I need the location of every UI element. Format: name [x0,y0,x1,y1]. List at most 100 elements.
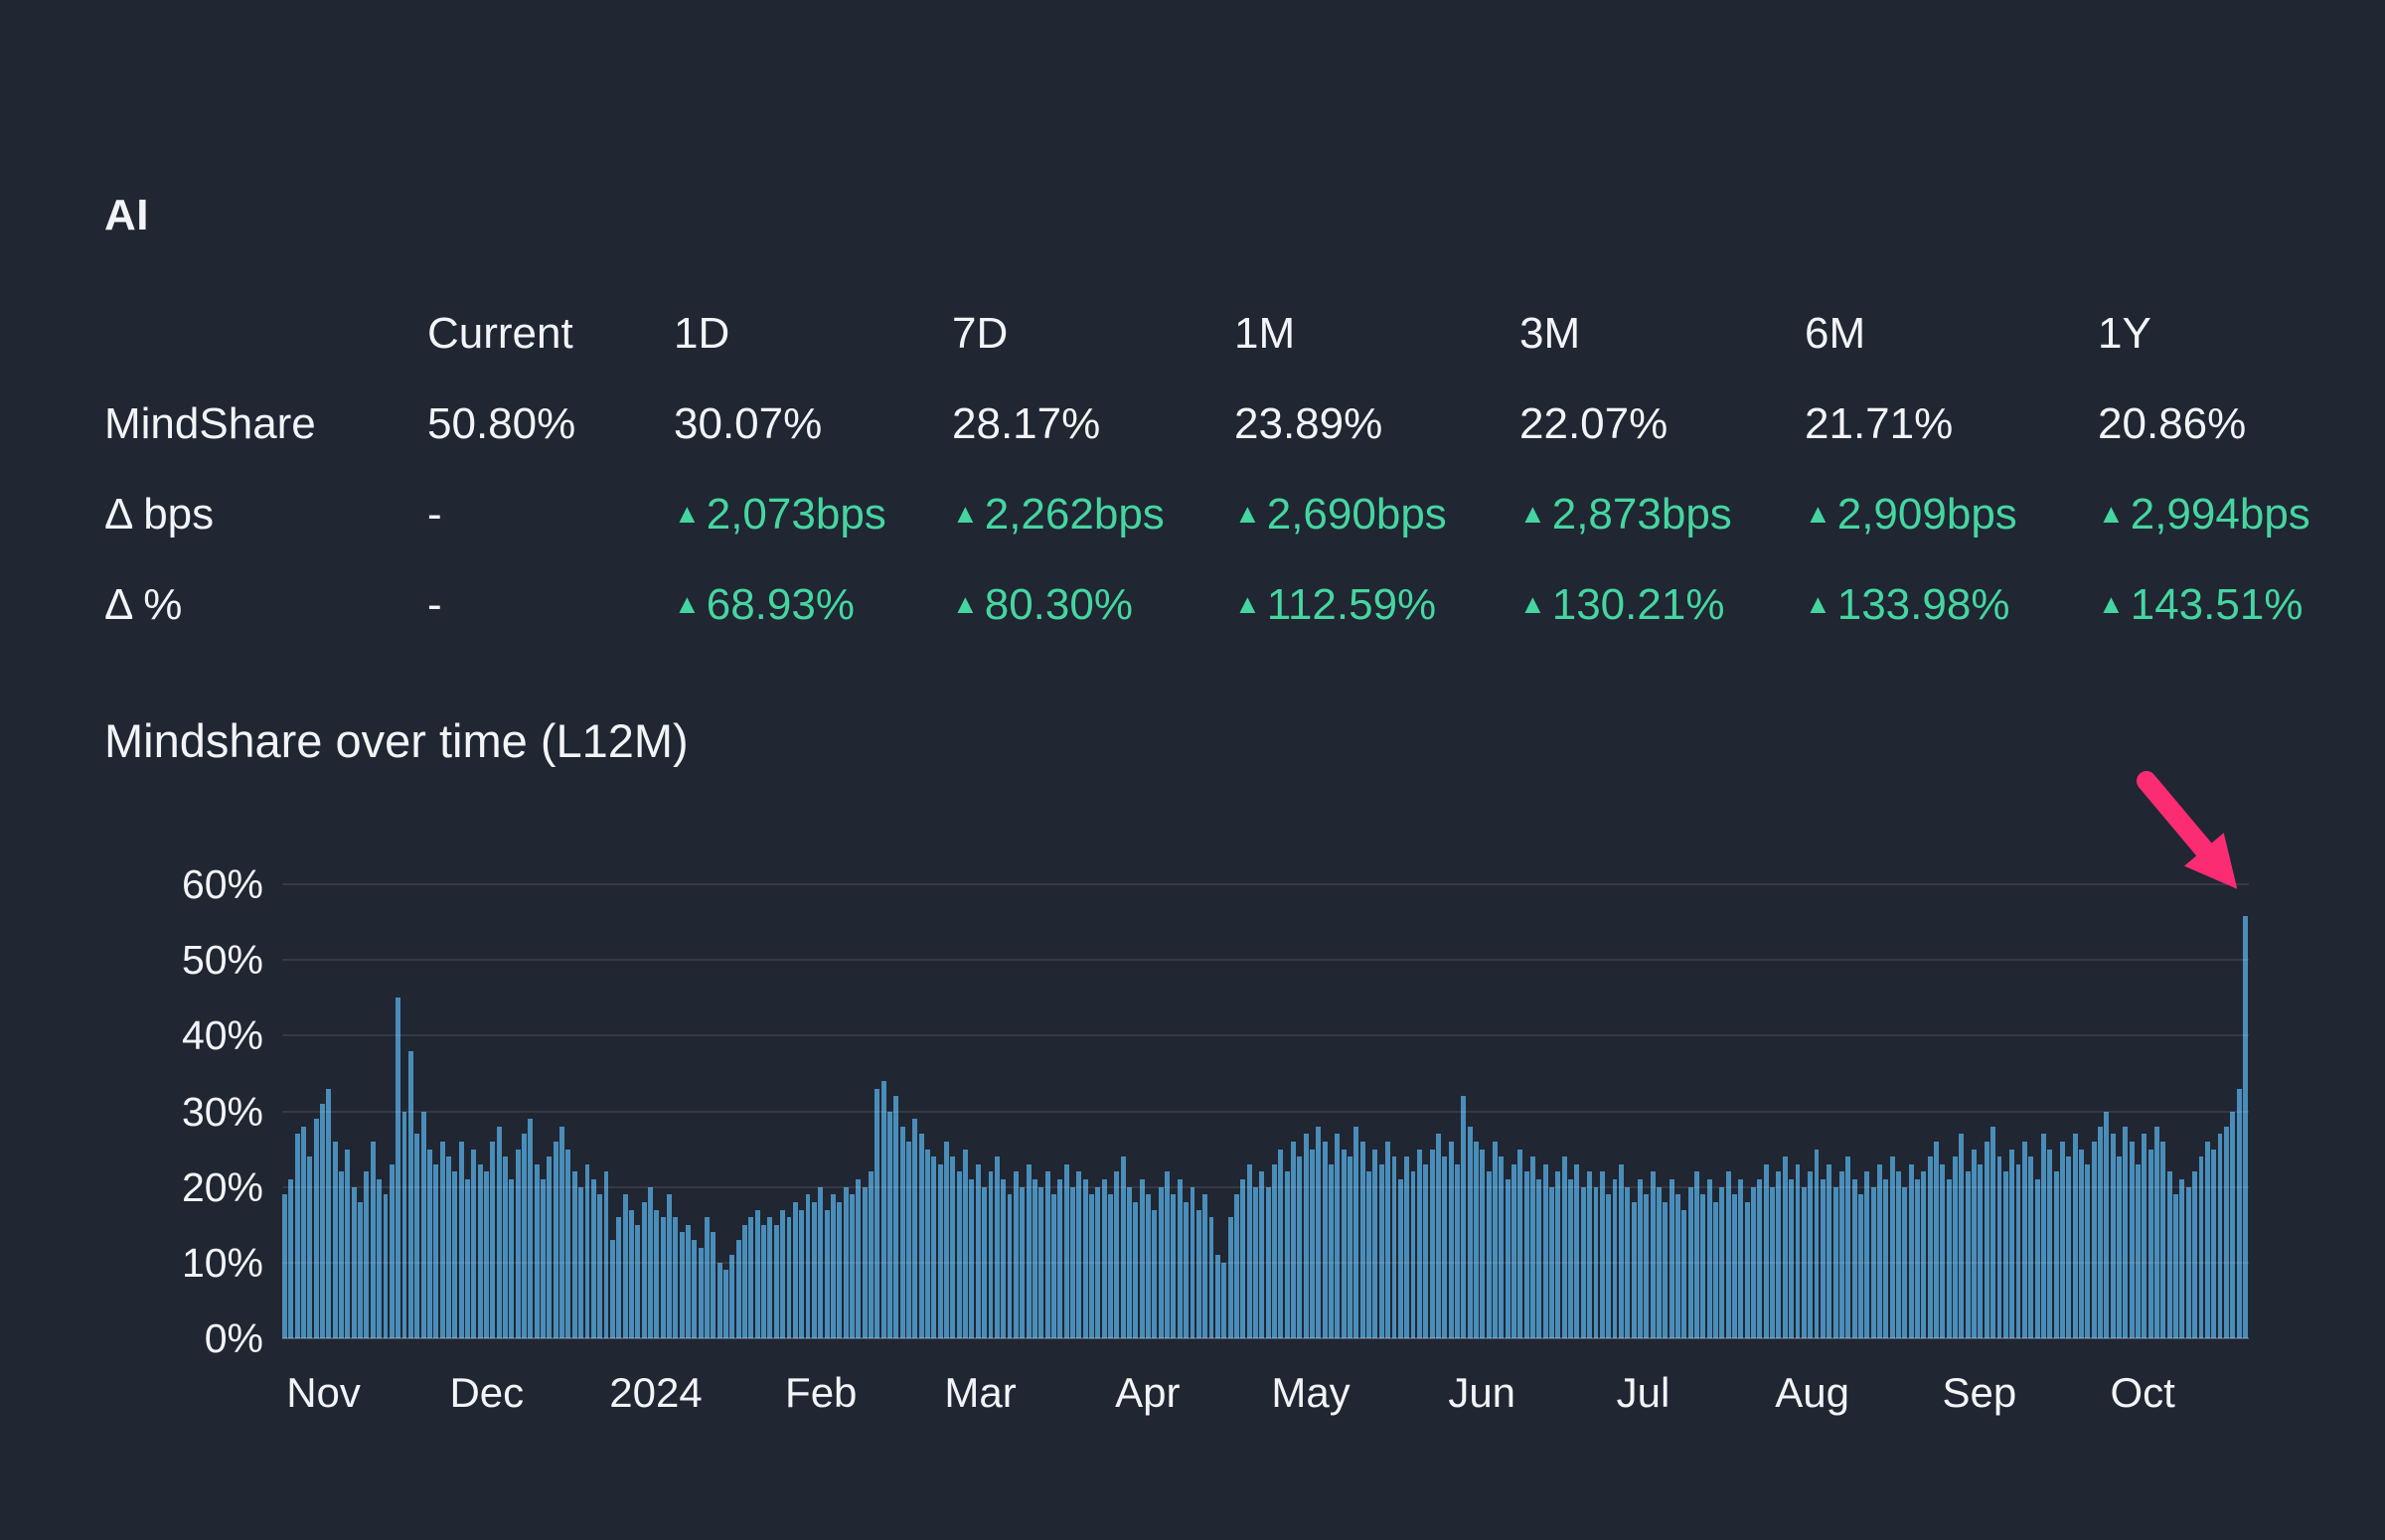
mindshare-bar[interactable] [2242,916,2248,1338]
mindshare-bar[interactable] [893,1096,899,1338]
mindshare-bar[interactable] [2154,1126,2160,1338]
mindshare-bar[interactable] [1808,1171,1814,1338]
mindshare-bar[interactable] [786,1217,792,1338]
mindshare-bar[interactable] [1814,1149,1820,1338]
mindshare-bar[interactable] [509,1179,515,1338]
mindshare-bar[interactable] [641,1201,647,1338]
mindshare-bar[interactable] [471,1149,477,1338]
mindshare-bar[interactable] [1650,1171,1656,1338]
mindshare-bar[interactable] [754,1209,760,1338]
mindshare-bar[interactable] [1165,1171,1171,1338]
mindshare-bar[interactable] [1996,1156,2002,1338]
mindshare-bar[interactable] [313,1119,319,1338]
mindshare-bar[interactable] [1214,1255,1220,1338]
mindshare-bar[interactable] [1202,1194,1208,1338]
mindshare-bar[interactable] [2072,1134,2078,1338]
mindshare-bar[interactable] [496,1126,502,1338]
mindshare-bar[interactable] [1984,1141,1989,1338]
mindshare-bar[interactable] [1889,1156,1895,1338]
mindshare-bar[interactable] [811,1201,817,1338]
mindshare-bar[interactable] [1587,1171,1593,1338]
mindshare-bar[interactable] [1599,1171,1605,1338]
mindshare-bar[interactable] [1348,1156,1353,1338]
mindshare-bar[interactable] [1505,1179,1510,1338]
mindshare-bar[interactable] [1637,1179,1643,1338]
mindshare-bar[interactable] [458,1141,464,1338]
mindshare-bar[interactable] [1076,1171,1082,1338]
mindshare-bar[interactable] [389,1163,395,1338]
mindshare-bar[interactable] [1536,1179,1542,1338]
mindshare-bar[interactable] [666,1194,672,1338]
mindshare-bar[interactable] [931,1156,937,1338]
mindshare-bar[interactable] [1057,1179,1063,1338]
mindshare-bar[interactable] [868,1171,874,1338]
mindshare-bar[interactable] [622,1194,628,1338]
mindshare-bar[interactable] [692,1239,698,1338]
mindshare-bar[interactable] [1461,1096,1467,1338]
mindshare-bar[interactable] [1631,1201,1637,1338]
mindshare-bar[interactable] [1694,1171,1699,1338]
mindshare-bar[interactable] [370,1141,376,1338]
mindshare-bar[interactable] [1120,1156,1126,1338]
mindshare-bar[interactable] [320,1103,326,1338]
mindshare-bar[interactable] [1738,1179,1744,1338]
mindshare-bar[interactable] [1404,1156,1410,1338]
mindshare-bar[interactable] [2002,1171,2008,1338]
mindshare-bar[interactable] [1978,1163,1984,1338]
mindshare-bar[interactable] [1359,1141,1365,1338]
mindshare-bar[interactable] [1959,1134,1965,1338]
mindshare-bar[interactable] [956,1171,962,1338]
mindshare-bar[interactable] [1555,1171,1561,1338]
mindshare-bar[interactable] [2117,1156,2122,1338]
mindshare-bar[interactable] [439,1141,445,1338]
mindshare-bar[interactable] [1493,1141,1498,1338]
mindshare-bar[interactable] [345,1149,351,1338]
mindshare-bar[interactable] [1700,1194,1706,1338]
mindshare-bar[interactable] [1329,1163,1335,1338]
mindshare-bar[interactable] [484,1171,489,1338]
mindshare-bar[interactable] [2160,1141,2166,1338]
mindshare-bar[interactable] [988,1171,994,1338]
mindshare-bar[interactable] [705,1217,710,1338]
mindshare-bar[interactable] [2059,1141,2065,1338]
mindshare-bar[interactable] [944,1141,950,1338]
mindshare-bar[interactable] [716,1262,722,1338]
mindshare-bar[interactable] [1227,1217,1233,1338]
mindshare-bar[interactable] [1857,1194,1863,1338]
mindshare-bar[interactable] [445,1156,451,1338]
mindshare-bar[interactable] [1114,1171,1120,1338]
mindshare-bar[interactable] [654,1209,660,1338]
mindshare-bar[interactable] [1827,1163,1832,1338]
mindshare-bar[interactable] [294,1134,300,1338]
mindshare-bar[interactable] [2034,1179,2040,1338]
mindshare-bar[interactable] [609,1239,615,1338]
mindshare-bar[interactable] [1542,1163,1548,1338]
mindshare-bar[interactable] [925,1149,931,1338]
mindshare-bar[interactable] [534,1163,540,1338]
mindshare-bar[interactable] [565,1149,571,1338]
mindshare-bar[interactable] [1530,1156,1536,1338]
mindshare-bar[interactable] [1297,1156,1303,1338]
mindshare-bar[interactable] [635,1224,641,1338]
mindshare-bar[interactable] [426,1149,432,1338]
mindshare-bar[interactable] [2009,1149,2015,1338]
mindshare-bar[interactable] [2123,1126,2129,1338]
mindshare-bar[interactable] [1927,1156,1933,1338]
mindshare-bar[interactable] [1851,1179,1857,1338]
mindshare-bar[interactable] [1789,1179,1795,1338]
mindshare-bar[interactable] [1082,1179,1088,1338]
mindshare-bar[interactable] [723,1270,729,1338]
mindshare-bar[interactable] [1606,1194,1612,1338]
mindshare-bar[interactable] [1972,1149,1978,1338]
mindshare-bar[interactable] [773,1224,779,1338]
mindshare-bar[interactable] [1291,1141,1296,1338]
mindshare-bar[interactable] [711,1232,716,1338]
mindshare-bar[interactable] [679,1232,685,1338]
mindshare-bar[interactable] [748,1217,754,1338]
mindshare-bar[interactable] [1416,1149,1422,1338]
mindshare-bar[interactable] [729,1255,735,1338]
mindshare-bar[interactable] [1240,1179,1246,1338]
mindshare-bar[interactable] [2104,1111,2110,1338]
mindshare-bar[interactable] [673,1217,679,1338]
mindshare-bar[interactable] [880,1081,886,1338]
